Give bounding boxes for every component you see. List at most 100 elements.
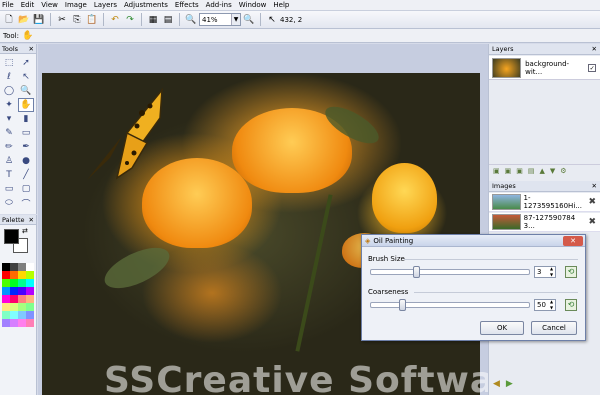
menu-item-add-ins[interactable]: Add-ins — [206, 1, 232, 9]
brush-size-slider[interactable] — [370, 266, 530, 278]
palette-color-swatch[interactable] — [10, 279, 18, 287]
swap-colors-icon[interactable]: ⇄ — [22, 227, 28, 235]
image-item[interactable]: 1-1273595160Hi... ✖ — [489, 193, 600, 212]
paintbrush-icon[interactable]: ✎ — [1, 126, 17, 140]
copy-icon[interactable]: ⎘ — [70, 13, 84, 27]
palette-color-swatch[interactable] — [2, 263, 10, 271]
menu-item-layers[interactable]: Layers — [94, 1, 117, 9]
move-selected-icon[interactable]: ➚ — [18, 56, 34, 70]
close-icon[interactable]: ✕ — [592, 182, 597, 190]
palette-color-swatch[interactable] — [26, 303, 34, 311]
undo-icon[interactable]: ↶ — [108, 13, 122, 27]
palette-color-swatch[interactable] — [10, 319, 18, 327]
zoom-icon[interactable]: 🔍 — [18, 84, 34, 98]
merge-layer-icon[interactable]: ▤ — [528, 167, 535, 175]
slider-handle[interactable] — [413, 266, 420, 278]
palette-color-swatch[interactable] — [10, 287, 18, 295]
canvas-area[interactable]: SSCreative Software — [38, 44, 488, 395]
move-selection-icon[interactable]: ↖ — [18, 70, 34, 84]
close-icon[interactable]: ✕ — [563, 235, 583, 246]
palette-color-swatch[interactable] — [2, 303, 10, 311]
coarseness-slider[interactable] — [370, 299, 530, 311]
chevron-down-icon[interactable]: ▼ — [231, 14, 240, 25]
duplicate-layer-icon[interactable]: ▣ — [516, 167, 523, 175]
grid-icon[interactable]: ▦ — [146, 13, 160, 27]
palette-color-swatch[interactable] — [26, 311, 34, 319]
palette-color-swatch[interactable] — [18, 311, 26, 319]
palette-color-swatch[interactable] — [2, 287, 10, 295]
zoom-out-icon[interactable]: 🔍 — [184, 13, 198, 27]
palette-color-swatch[interactable] — [10, 271, 18, 279]
text-icon[interactable]: T — [1, 168, 17, 182]
open-icon[interactable]: 📂 — [17, 13, 31, 27]
redo-icon[interactable]: ↷ — [123, 13, 137, 27]
close-icon[interactable]: ✕ — [29, 216, 34, 224]
eraser-icon[interactable]: ▭ — [18, 126, 34, 140]
line-icon[interactable]: ╱ — [18, 168, 34, 182]
freeform-shape-icon[interactable]: ⌒ — [18, 196, 34, 210]
palette-color-swatch[interactable] — [2, 319, 10, 327]
ok-button[interactable]: OK — [480, 321, 524, 335]
rectangle-select-icon[interactable]: ⬚ — [1, 56, 17, 70]
palette-color-swatch[interactable] — [18, 263, 26, 271]
palette-color-swatch[interactable] — [2, 311, 10, 319]
menu-item-effects[interactable]: Effects — [175, 1, 199, 9]
menu-item-image[interactable]: Image — [65, 1, 87, 9]
palette-color-swatch[interactable] — [18, 319, 26, 327]
reset-icon[interactable]: ⟲ — [565, 266, 577, 278]
palette-color-swatch[interactable] — [26, 271, 34, 279]
arrow-right-icon[interactable]: ▶ — [506, 379, 513, 389]
pan-icon[interactable]: ✋ — [18, 98, 34, 112]
zoom-in-icon[interactable]: 🔍 — [242, 13, 256, 27]
arrow-left-icon[interactable]: ◀ — [493, 379, 500, 389]
palette-color-swatch[interactable] — [10, 263, 18, 271]
spinner-arrows-icon[interactable]: ▲ ▼ — [549, 299, 554, 311]
palette-color-swatch[interactable] — [10, 303, 18, 311]
reset-icon[interactable]: ⟲ — [565, 299, 577, 311]
palette-color-swatch[interactable] — [18, 279, 26, 287]
palette-color-swatch[interactable] — [26, 319, 34, 327]
layer-visibility-checkbox[interactable]: ✓ — [588, 63, 596, 72]
lasso-select-icon[interactable]: ℓ — [1, 70, 17, 84]
palette-color-swatch[interactable] — [2, 279, 10, 287]
menu-item-help[interactable]: Help — [273, 1, 289, 9]
palette-color-swatch[interactable] — [18, 295, 26, 303]
palette-color-swatch[interactable] — [26, 263, 34, 271]
layer-item[interactable]: background-wit... ✓ — [489, 56, 600, 80]
ellipse-icon[interactable]: ⬭ — [1, 196, 17, 210]
close-icon[interactable]: ✕ — [29, 45, 34, 53]
palette-color-swatch[interactable] — [26, 279, 34, 287]
menu-item-view[interactable]: View — [41, 1, 58, 9]
menu-item-adjustments[interactable]: Adjustments — [124, 1, 168, 9]
palette-color-swatch[interactable] — [10, 311, 18, 319]
spinner-arrows-icon[interactable]: ▲ ▼ — [549, 266, 554, 278]
add-layer-icon[interactable]: ▣ — [493, 167, 500, 175]
palette-color-swatch[interactable] — [2, 271, 10, 279]
delete-layer-icon[interactable]: ▣ — [505, 167, 512, 175]
rectangle-icon[interactable]: ▭ — [1, 182, 17, 196]
image-item[interactable]: 87-127590784 3... ✖ — [489, 213, 600, 232]
layer-properties-icon[interactable]: ⚙ — [560, 167, 566, 175]
close-icon[interactable]: ✖ — [588, 197, 596, 207]
primary-color-swatch[interactable] — [4, 229, 19, 244]
palette-color-swatch[interactable] — [18, 271, 26, 279]
close-icon[interactable]: ✕ — [592, 45, 597, 53]
pencil-icon[interactable]: ✏ — [1, 140, 17, 154]
menu-item-file[interactable]: File — [2, 1, 14, 9]
palette-color-swatch[interactable] — [10, 295, 18, 303]
palette-color-swatch[interactable] — [18, 303, 26, 311]
menu-item-edit[interactable]: Edit — [21, 1, 35, 9]
slider-handle[interactable] — [399, 299, 406, 311]
recolor-icon[interactable]: ● — [18, 154, 34, 168]
cut-icon[interactable]: ✂ — [55, 13, 69, 27]
menu-item-window[interactable]: Window — [239, 1, 267, 9]
paste-icon[interactable]: 📋 — [85, 13, 99, 27]
magic-wand-icon[interactable]: ✦ — [1, 98, 17, 112]
paint-bucket-icon[interactable]: ▾ — [1, 112, 17, 126]
cancel-button[interactable]: Cancel — [531, 321, 577, 335]
palette-color-swatch[interactable] — [18, 287, 26, 295]
move-layer-up-icon[interactable]: ▲ — [540, 167, 545, 175]
rounded-rectangle-icon[interactable]: ▢ — [18, 182, 34, 196]
palette-color-swatch[interactable] — [26, 295, 34, 303]
palette-color-swatch[interactable] — [2, 295, 10, 303]
